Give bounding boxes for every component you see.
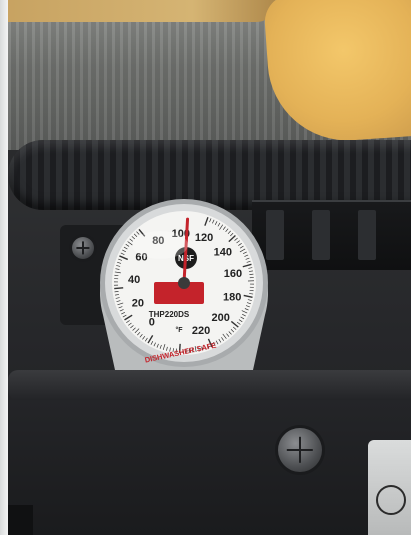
photo-border: [0, 0, 8, 535]
control-label-plate: [368, 440, 411, 535]
vent-fin: [358, 210, 376, 260]
model-number: THP220DS: [149, 310, 190, 319]
lower-dashboard-panel: [8, 400, 411, 535]
scale-label: 200: [212, 312, 230, 324]
dial-thermometer: 020406080100120140160180200220 NSF THP22…: [95, 195, 273, 385]
glass-glare: [132, 231, 188, 259]
scale-label: 220: [192, 325, 210, 337]
unit-label: °F: [175, 326, 183, 334]
air-vent: [252, 200, 411, 270]
bolt-icon: [278, 428, 322, 472]
scale-label: 20: [132, 297, 144, 309]
scale-tick: [114, 287, 124, 290]
dashboard-slot: [8, 505, 33, 535]
scale-label: 180: [223, 291, 241, 303]
scale-label: 140: [214, 246, 232, 258]
scale-label: 120: [195, 232, 213, 244]
photo-scene: 020406080100120140160180200220 NSF THP22…: [0, 0, 411, 535]
screw-icon: [72, 237, 94, 259]
thermometer-graphic: 020406080100120140160180200220 NSF THP22…: [100, 199, 268, 370]
needle-hub: [178, 277, 190, 289]
vent-fin: [312, 210, 330, 260]
scale-label: 40: [128, 274, 140, 286]
scale-label: 160: [224, 268, 242, 280]
symbol-icon: [376, 485, 406, 515]
yellow-machine-edge: [0, 0, 275, 22]
